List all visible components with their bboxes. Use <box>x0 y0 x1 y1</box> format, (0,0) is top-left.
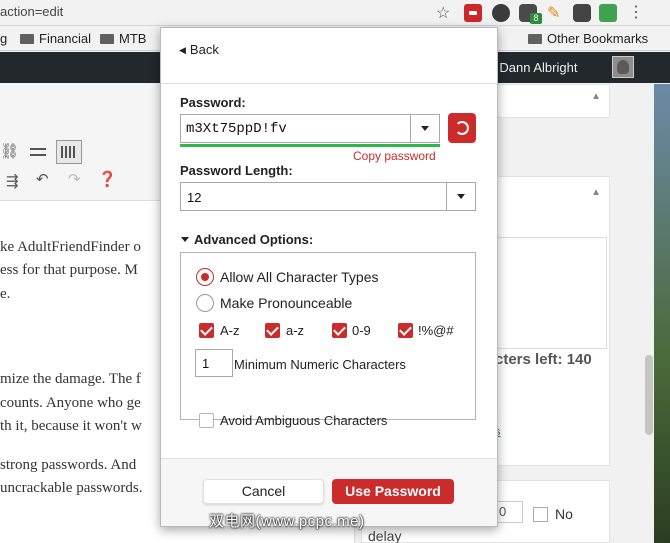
checkbox-uppercase[interactable] <box>199 323 214 338</box>
undo-icon[interactable]: ↶ <box>36 170 49 188</box>
bookmark-folder-financial[interactable]: Financial <box>20 31 91 46</box>
checkbox-label: 0-9 <box>352 323 371 338</box>
back-arrow-icon: ◀ <box>179 45 186 55</box>
post-line: e. <box>0 286 11 302</box>
checkbox-label: A-z <box>220 323 240 338</box>
no-delay-label: No <box>555 506 573 522</box>
checkbox-label: a-z <box>286 323 305 338</box>
post-line: th it, because it won't w <box>0 418 142 434</box>
radio-all-character-types[interactable] <box>196 268 214 286</box>
characters-left: cters left: 140 <box>495 351 592 368</box>
avatar[interactable] <box>612 56 634 78</box>
checkbox-label: !%@# <box>418 323 454 338</box>
expand-caret-icon <box>181 237 189 242</box>
delay-label: delay <box>368 528 402 543</box>
lastpass-extension-icon[interactable] <box>464 4 482 22</box>
redo-icon[interactable]: ↷ <box>68 170 81 188</box>
hr-icon[interactable] <box>30 148 46 150</box>
indent-icon[interactable]: ⇶ <box>6 172 19 190</box>
back-button[interactable]: ◀ Back <box>179 42 219 57</box>
copy-password-link[interactable]: Copy password <box>353 149 436 163</box>
radio-label: Make Pronounceable <box>220 295 353 311</box>
password-length-label: Password Length: <box>180 163 293 178</box>
help-icon[interactable]: ❓ <box>98 170 117 188</box>
radio-pronounceable[interactable] <box>196 294 214 312</box>
password-value[interactable]: m3Xt75ppD!fv <box>186 121 287 137</box>
password-field[interactable]: m3Xt75ppD!fv <box>180 114 440 143</box>
collapse-caret-icon[interactable]: ▲ <box>591 91 601 102</box>
print-extension-icon[interactable] <box>599 4 617 22</box>
bookmark-folder-mtb[interactable]: MTB <box>100 31 146 46</box>
avoid-ambiguous-label: Avoid Ambiguous Characters <box>220 413 388 428</box>
advanced-options-panel: Allow All Character Types Make Pronounce… <box>180 252 476 428</box>
min-numeric-input[interactable]: 1 <box>195 349 233 377</box>
advanced-options-toggle[interactable]: Advanced Options: <box>181 232 313 247</box>
pencil-extension-icon[interactable]: ✎ <box>547 3 565 22</box>
bookmark-folder-other[interactable]: Other Bookmarks <box>528 31 648 46</box>
checkbox-avoid-ambiguous[interactable] <box>199 413 214 428</box>
checkbox-symbols[interactable] <box>398 323 413 338</box>
bookmark-star-icon[interactable]: ☆ <box>436 3 450 23</box>
cancel-button[interactable]: Cancel <box>203 479 324 504</box>
checkbox-lowercase[interactable] <box>265 323 280 338</box>
evernote-extension-icon[interactable] <box>492 4 510 22</box>
folder-icon <box>20 34 34 44</box>
chevron-down-icon <box>457 194 465 199</box>
page-scrollbar[interactable] <box>645 355 653 435</box>
radio-label: Allow All Character Types <box>220 269 379 285</box>
refresh-icon <box>455 121 469 135</box>
delay-input[interactable]: 0 <box>495 501 523 523</box>
bookmark-item[interactable]: g <box>0 31 7 46</box>
address-bar[interactable]: action=edit ☆ 8 ✎ ⋮ <box>0 0 670 26</box>
password-length-select[interactable]: 12 <box>180 182 476 211</box>
post-line: mize the damage. The f <box>0 371 141 387</box>
browser-menu-icon[interactable]: ⋮ <box>628 2 644 21</box>
watermark-text: 双电网(www.pcpc.me) <box>209 513 365 530</box>
post-line: uncrackable passwords. <box>0 480 143 496</box>
post-line: strong passwords. And <box>0 457 137 473</box>
unlink-icon[interactable]: ⛓ <box>0 142 19 160</box>
min-numeric-label: Minimum Numeric Characters <box>234 357 406 372</box>
post-line: ess for that purpose. M <box>0 262 138 278</box>
post-line: counts. Anyone who ge <box>0 395 141 411</box>
toolbar-toggle-icon[interactable] <box>56 140 82 164</box>
password-strength-bar <box>180 144 440 147</box>
checkbox-numbers[interactable] <box>332 323 347 338</box>
folder-icon <box>528 34 542 44</box>
password-label: Password: <box>180 95 246 110</box>
popup-header: ◀ Back <box>161 28 497 84</box>
folder-icon <box>100 34 114 44</box>
url-text: action=edit <box>0 4 64 19</box>
password-length-dropdown[interactable] <box>446 183 475 210</box>
pocket-extension-icon[interactable] <box>573 4 591 22</box>
password-generator-popup: ◀ Back Password: m3Xt75ppD!fv Copy passwo… <box>160 27 498 527</box>
password-length-value: 12 <box>187 190 202 205</box>
no-delay-checkbox[interactable] <box>533 507 548 522</box>
chevron-down-icon <box>421 126 429 131</box>
extension-badge: 8 <box>530 13 542 24</box>
use-password-button[interactable]: Use Password <box>332 479 454 504</box>
collapse-caret-icon[interactable]: ▲ <box>591 187 601 198</box>
password-history-dropdown[interactable] <box>410 115 439 142</box>
desktop-background <box>654 84 670 543</box>
post-line: ke AdultFriendFinder o <box>0 239 141 255</box>
regenerate-button[interactable] <box>448 113 476 143</box>
share-message-textarea[interactable] <box>495 237 607 349</box>
